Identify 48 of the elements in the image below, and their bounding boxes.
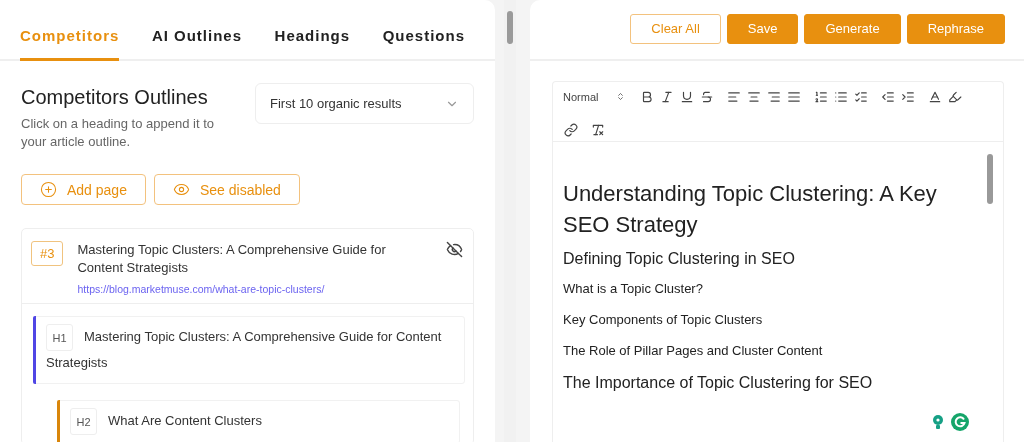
document-title: Understanding Topic Clustering: A Key SEO Strategy [563,180,938,239]
underline-icon[interactable] [679,89,695,104]
subsection-heading: The Role of Pillar Pages and Cluster Content [563,342,824,360]
action-button[interactable]: Rephrase [906,13,1005,44]
section-title: Competitors Outlines [21,86,209,109]
outdent-icon[interactable] [880,89,896,104]
heading-level-tag: H2 [70,408,97,435]
tab[interactable]: AI Outlines [151,0,243,61]
result-link[interactable]: https://blog.marketmuse.com/what-are-topic-clusters/ [77,283,432,295]
rank-tag: #3 [31,241,64,266]
tab[interactable]: Questions [382,0,465,61]
results-dropdown[interactable]: First 10 organic results [255,83,474,124]
tab[interactable]: Headings [274,0,351,61]
link-icon[interactable] [563,122,578,137]
text-style-dropdown[interactable]: Normal [563,90,626,103]
section-heading: Defining Topic Clustering in SEO [563,249,796,269]
section-heading: The Importance of Topic Clustering for SEO [563,373,874,393]
up-down-caret-icon [616,92,626,101]
result-title: Mastering Topic Clusters: A Comprehensive Guide for Content Strategists [77,241,387,277]
action-button[interactable]: Save [726,13,799,44]
checklist-icon[interactable] [853,89,869,104]
highlight-icon[interactable] [947,89,963,104]
action-button[interactable]: Clear All [630,13,721,44]
align-center-icon[interactable] [746,89,762,104]
plus-circle-icon [40,181,57,198]
outline-heading[interactable]: H2 What Are Content Clusters [57,400,460,442]
tab[interactable]: Competitors [20,0,120,61]
heading-level-tag: H1 [46,324,73,351]
subsection-heading: What is a Topic Cluster? [563,280,704,298]
clear-format-icon[interactable] [590,122,605,137]
subsection-heading: Key Components of Topic Clusters [563,311,764,329]
align-left-icon[interactable] [726,89,742,104]
section-description: Click on a heading to append it to your article outline. [21,115,215,151]
align-right-icon[interactable] [766,89,782,104]
align-justify-icon[interactable] [786,89,802,104]
assistant-logo-icon[interactable] [951,413,969,431]
add-page-button[interactable]: Add page [21,174,146,205]
scrollbar-thumb[interactable] [987,154,993,204]
strikethrough-icon[interactable] [699,89,715,104]
eye-icon [172,181,190,198]
text-color-icon[interactable] [927,89,943,104]
indent-icon[interactable] [900,89,916,104]
numbered-list-icon[interactable] [813,89,829,104]
outline-heading[interactable]: H1 Mastering Topic Clusters: A Comprehensive Guide for Content Strategists [33,316,465,384]
bullet-list-icon[interactable] [833,89,849,104]
italic-icon[interactable] [659,89,675,104]
action-button[interactable]: Generate [804,13,901,44]
eye-off-icon[interactable] [446,241,463,258]
